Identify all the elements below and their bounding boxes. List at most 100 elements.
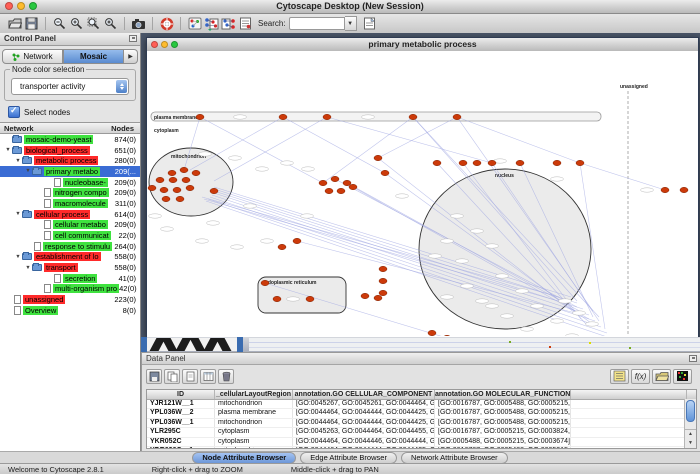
select-nodes-checkbox[interactable] <box>8 106 20 118</box>
network-window-titlebar[interactable]: primary metabolic process <box>147 38 698 52</box>
close-icon[interactable] <box>151 41 158 48</box>
tree-row[interactable]: unassigned223(0) <box>0 294 140 305</box>
network-node[interactable] <box>168 170 176 175</box>
tree-row[interactable]: ▼cellular process614(0) <box>0 209 140 220</box>
network-node[interactable] <box>156 177 164 182</box>
network-export-button[interactable] <box>220 16 237 32</box>
network-node[interactable] <box>319 180 327 185</box>
tree-row[interactable]: cellular metabo209(0) <box>0 220 140 231</box>
attribute-list-button[interactable] <box>610 369 629 384</box>
minimize-icon[interactable] <box>161 41 168 48</box>
network-node[interactable] <box>160 187 168 192</box>
tree-row[interactable]: nitrogen compo209(0) <box>0 187 140 198</box>
network-node[interactable] <box>148 185 156 190</box>
network-node[interactable] <box>459 160 467 165</box>
close-icon[interactable] <box>5 2 13 10</box>
network-node[interactable] <box>379 266 387 271</box>
expand-triangle-icon[interactable]: ▼ <box>4 147 12 153</box>
zoom-in-button[interactable] <box>68 16 85 32</box>
network-node[interactable] <box>381 170 389 175</box>
expand-triangle-icon[interactable]: ▼ <box>24 168 32 174</box>
network-node[interactable] <box>261 280 269 285</box>
network-node[interactable] <box>428 330 436 335</box>
network-node[interactable] <box>323 114 331 119</box>
network-node[interactable] <box>186 185 194 190</box>
network-import-button[interactable] <box>203 16 220 32</box>
search-input[interactable] <box>289 17 345 30</box>
column-header[interactable]: annotation.GO MOLECULAR_FUNCTION <box>435 390 571 399</box>
delete-attribute-button[interactable] <box>218 369 234 384</box>
background-window-strip[interactable] <box>141 337 700 352</box>
network-node[interactable] <box>278 244 286 249</box>
tree-row[interactable]: response to stimulu264(0) <box>0 241 140 252</box>
tree-column-network[interactable]: Network <box>4 124 34 133</box>
zoom-fit-button[interactable] <box>102 16 119 32</box>
minimize-icon[interactable] <box>17 2 25 10</box>
scroll-up-icon[interactable]: ▲ <box>685 430 696 439</box>
annotation-button[interactable] <box>361 16 378 32</box>
network-node[interactable] <box>306 296 314 301</box>
tab-mosaic[interactable]: Mosaic <box>63 49 124 64</box>
copy-button[interactable] <box>164 369 180 384</box>
tree-row[interactable]: ▼transport558(0) <box>0 262 140 273</box>
save-table-button[interactable] <box>146 369 162 384</box>
network-node[interactable] <box>180 167 188 172</box>
network-node[interactable] <box>453 114 461 119</box>
network-node[interactable] <box>349 184 357 189</box>
network-node[interactable] <box>680 187 688 192</box>
network-node[interactable] <box>331 176 339 181</box>
tree-row[interactable]: cell communicat22(0) <box>0 230 140 241</box>
column-header[interactable]: annotation.GO CELLULAR_COMPONENT <box>293 390 435 399</box>
network-node[interactable] <box>361 293 369 298</box>
zoom-out-button[interactable] <box>51 16 68 32</box>
table-row[interactable]: YDR039C__1mitochondrion[GO:0044464, GO:0… <box>147 447 696 449</box>
network-node[interactable] <box>443 335 451 336</box>
network-node[interactable] <box>337 188 345 193</box>
network-node[interactable] <box>279 114 287 119</box>
tree-row[interactable]: Overview8(0) <box>0 305 140 316</box>
matrix-view-button[interactable] <box>673 369 692 384</box>
tree-row[interactable]: ▼primary metabo209(... <box>0 166 140 177</box>
network-node[interactable] <box>374 155 382 160</box>
table-scrollbar[interactable]: ▲ ▼ <box>684 399 696 448</box>
tree-column-nodes[interactable]: Nodes <box>111 124 136 133</box>
select-attributes-button[interactable] <box>200 369 216 384</box>
network-node[interactable] <box>196 114 204 119</box>
filter-button[interactable] <box>237 16 254 32</box>
tree-row[interactable]: ▼establishment of lo558(0) <box>0 252 140 263</box>
save-session-button[interactable] <box>23 16 40 32</box>
tree-row[interactable]: multi-organism pro42(0) <box>0 284 140 295</box>
network-node[interactable] <box>473 160 481 165</box>
column-header[interactable] <box>571 390 687 399</box>
network-node[interactable] <box>273 296 281 301</box>
network-node[interactable] <box>553 160 561 165</box>
table-row[interactable]: YPL036W__2plasma membrane[GO:0044464, GO… <box>147 409 696 418</box>
network-node[interactable] <box>488 160 496 165</box>
tab-overflow-button[interactable]: ▶ <box>124 49 138 64</box>
network-node[interactable] <box>182 177 190 182</box>
network-node[interactable] <box>162 196 170 201</box>
expand-triangle-icon[interactable]: ▼ <box>14 211 22 217</box>
network-node[interactable] <box>433 160 441 165</box>
network-node[interactable] <box>192 170 200 175</box>
snapshot-button[interactable] <box>130 16 147 32</box>
table-row[interactable]: YPL036W__1mitochondrion[GO:0044464, GO:0… <box>147 419 696 428</box>
table-row[interactable]: YKR052Ccytoplasm[GO:0044464, GO:0044446,… <box>147 438 696 447</box>
network-node[interactable] <box>169 177 177 182</box>
network-node[interactable] <box>173 187 181 192</box>
expand-triangle-icon[interactable]: ▼ <box>24 265 32 271</box>
table-row[interactable]: YLR295Ccytoplasm[GO:0045263, GO:0044464,… <box>147 428 696 437</box>
zoom-selected-button[interactable] <box>85 16 102 32</box>
tree-row[interactable]: secretion41(0) <box>0 273 140 284</box>
tree-row[interactable]: nucleobase-209(0) <box>0 177 140 188</box>
network-node[interactable] <box>325 188 333 193</box>
network-node[interactable] <box>379 290 387 295</box>
network-node[interactable] <box>516 160 524 165</box>
expand-triangle-icon[interactable]: ▼ <box>14 254 22 260</box>
table-row[interactable]: YJR121W__1mitochondrion[GO:0045267, GO:0… <box>147 400 696 409</box>
scroll-down-icon[interactable]: ▼ <box>685 439 696 448</box>
data-panel-header[interactable]: Data Panel <box>142 353 700 365</box>
zoom-window-icon[interactable] <box>171 41 178 48</box>
node-color-select[interactable]: transporter activity <box>11 78 129 95</box>
open-session-button[interactable] <box>6 16 23 32</box>
